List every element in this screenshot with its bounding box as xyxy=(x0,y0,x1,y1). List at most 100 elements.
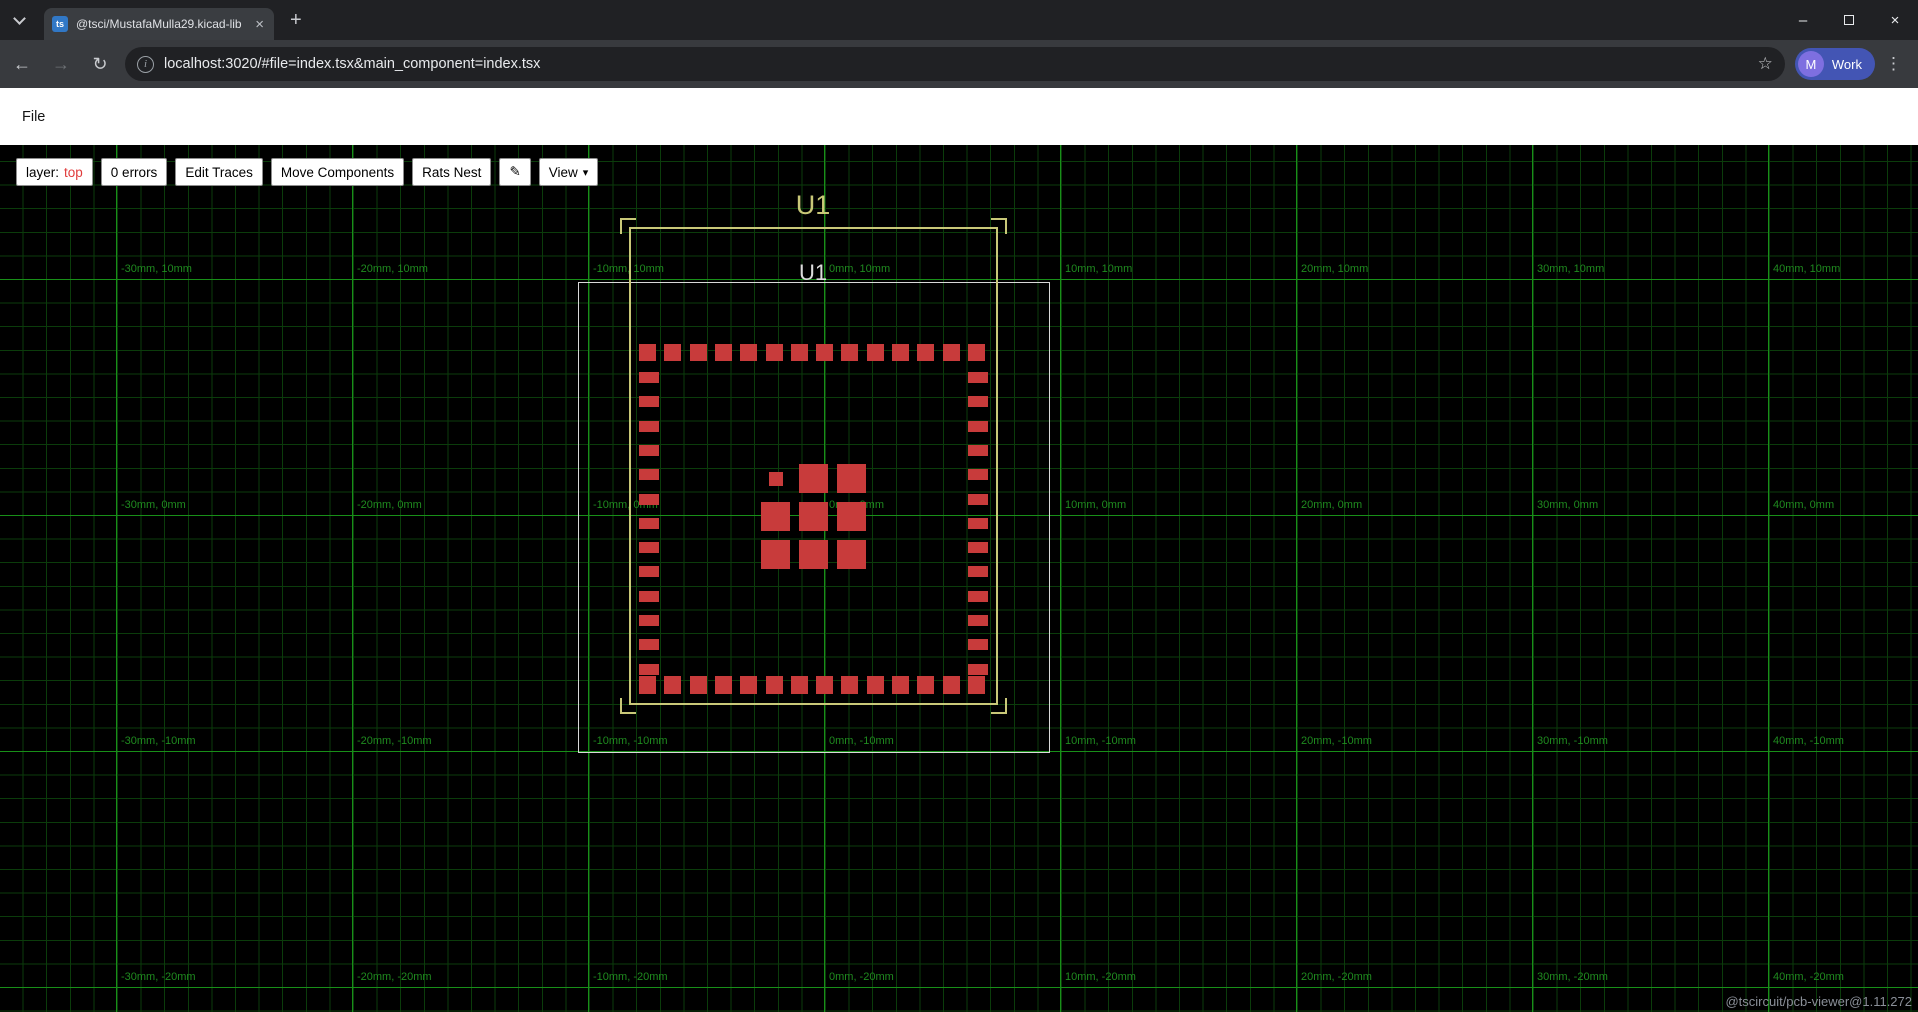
smd-pad[interactable] xyxy=(968,542,988,553)
move-components-button[interactable]: Move Components xyxy=(271,158,404,186)
smd-pad[interactable] xyxy=(639,518,659,529)
layer-label: layer: xyxy=(26,165,59,180)
errors-button[interactable]: 0 errors xyxy=(101,158,168,186)
smd-pad[interactable] xyxy=(837,540,866,569)
smd-pad[interactable] xyxy=(766,344,783,361)
smd-pad[interactable] xyxy=(867,676,884,694)
site-info-icon[interactable]: i xyxy=(137,56,154,73)
smd-pad[interactable] xyxy=(943,344,960,361)
smd-pad[interactable] xyxy=(740,676,757,694)
avatar: M xyxy=(1798,51,1824,77)
smd-pad[interactable] xyxy=(841,344,858,361)
pcb-canvas[interactable]: layer: top 0 errors Edit Traces Move Com… xyxy=(0,145,1918,1012)
smd-pad[interactable] xyxy=(769,472,783,486)
typescript-favicon-icon: ts xyxy=(52,16,68,32)
smd-pad[interactable] xyxy=(639,344,656,361)
smd-pad[interactable] xyxy=(968,494,988,505)
smd-pad[interactable] xyxy=(639,639,659,650)
smd-pad[interactable] xyxy=(639,566,659,577)
smd-pad[interactable] xyxy=(690,344,707,361)
smd-pad[interactable] xyxy=(799,502,828,531)
smd-pad[interactable] xyxy=(968,518,988,529)
back-button[interactable]: ← xyxy=(5,47,39,81)
smd-pad[interactable] xyxy=(968,639,988,650)
edit-traces-button[interactable]: Edit Traces xyxy=(175,158,263,186)
caret-down-icon: ▾ xyxy=(583,166,589,179)
new-tab-button[interactable]: + xyxy=(290,9,302,31)
chevron-down-icon[interactable] xyxy=(13,12,26,25)
smd-pad[interactable] xyxy=(816,344,833,361)
minimize-button[interactable]: – xyxy=(1780,0,1826,40)
layer-value: top xyxy=(64,165,83,180)
smd-pad[interactable] xyxy=(799,464,828,493)
rats-nest-button[interactable]: Rats Nest xyxy=(412,158,491,186)
smd-pad[interactable] xyxy=(867,344,884,361)
smd-pad[interactable] xyxy=(639,591,659,602)
smd-pad[interactable] xyxy=(968,566,988,577)
smd-pad[interactable] xyxy=(664,344,681,361)
browser-window: ts @tsci/MustafaMulla29.kicad-lib × + – … xyxy=(0,0,1918,1012)
bookmark-star-icon[interactable]: ☆ xyxy=(1758,54,1773,74)
refresh-button[interactable]: ↻ xyxy=(83,47,117,81)
smd-pad[interactable] xyxy=(639,676,656,694)
url-text[interactable]: localhost:3020/#file=index.tsx&main_comp… xyxy=(164,56,1748,72)
smd-pad[interactable] xyxy=(968,372,988,383)
smd-pad[interactable] xyxy=(968,664,988,675)
smd-pad[interactable] xyxy=(791,676,808,694)
view-menu-button[interactable]: View ▾ xyxy=(539,158,599,186)
smd-pad[interactable] xyxy=(761,502,790,531)
forward-button[interactable]: → xyxy=(44,47,78,81)
browser-tab[interactable]: ts @tsci/MustafaMulla29.kicad-lib × xyxy=(44,8,274,40)
smd-pad[interactable] xyxy=(837,502,866,531)
tab-bar: ts @tsci/MustafaMulla29.kicad-lib × + – … xyxy=(0,0,1918,40)
smd-pad[interactable] xyxy=(816,676,833,694)
smd-pad[interactable] xyxy=(968,676,985,694)
smd-pad[interactable] xyxy=(841,676,858,694)
smd-pad[interactable] xyxy=(715,344,732,361)
smd-pad[interactable] xyxy=(968,445,988,456)
smd-pad[interactable] xyxy=(799,540,828,569)
smd-pad[interactable] xyxy=(968,469,988,480)
silkscreen-corner-mark xyxy=(991,218,1007,234)
smd-pad[interactable] xyxy=(892,344,909,361)
smd-pad[interactable] xyxy=(639,494,659,505)
tab-close-icon[interactable]: × xyxy=(253,17,266,32)
smd-pad[interactable] xyxy=(892,676,909,694)
smd-pad[interactable] xyxy=(690,676,707,694)
file-menu[interactable]: File xyxy=(22,88,45,145)
profile-chip[interactable]: M Work xyxy=(1795,48,1875,80)
app-header: File index.tsx PCB Schematic 3D ⋯ xyxy=(0,88,1918,145)
smd-pad[interactable] xyxy=(917,344,934,361)
smd-pad[interactable] xyxy=(715,676,732,694)
smd-pad[interactable] xyxy=(639,421,659,432)
smd-pad[interactable] xyxy=(837,464,866,493)
smd-pad[interactable] xyxy=(664,676,681,694)
maximize-icon xyxy=(1844,15,1854,25)
smd-pad[interactable] xyxy=(917,676,934,694)
pencil-tool-button[interactable]: ✎ xyxy=(499,158,530,186)
maximize-button[interactable] xyxy=(1826,0,1872,40)
smd-pad[interactable] xyxy=(740,344,757,361)
smd-pad[interactable] xyxy=(761,540,790,569)
smd-pad[interactable] xyxy=(639,664,659,675)
smd-pad[interactable] xyxy=(639,372,659,383)
smd-pad[interactable] xyxy=(639,445,659,456)
smd-pad[interactable] xyxy=(943,676,960,694)
smd-pad[interactable] xyxy=(639,469,659,480)
pcb-footprint: U1 U1 xyxy=(0,145,1918,1012)
silkscreen-reference-label: U1 xyxy=(796,190,831,221)
smd-pad[interactable] xyxy=(968,615,988,626)
smd-pad[interactable] xyxy=(968,421,988,432)
layer-button[interactable]: layer: top xyxy=(16,158,93,186)
smd-pad[interactable] xyxy=(968,344,985,361)
smd-pad[interactable] xyxy=(639,542,659,553)
address-bar[interactable]: i localhost:3020/#file=index.tsx&main_co… xyxy=(125,47,1785,81)
close-window-button[interactable]: × xyxy=(1872,0,1918,40)
smd-pad[interactable] xyxy=(791,344,808,361)
smd-pad[interactable] xyxy=(968,396,988,407)
smd-pad[interactable] xyxy=(639,615,659,626)
smd-pad[interactable] xyxy=(968,591,988,602)
smd-pad[interactable] xyxy=(639,396,659,407)
browser-menu-icon[interactable]: ⋮ xyxy=(1885,54,1902,74)
smd-pad[interactable] xyxy=(766,676,783,694)
